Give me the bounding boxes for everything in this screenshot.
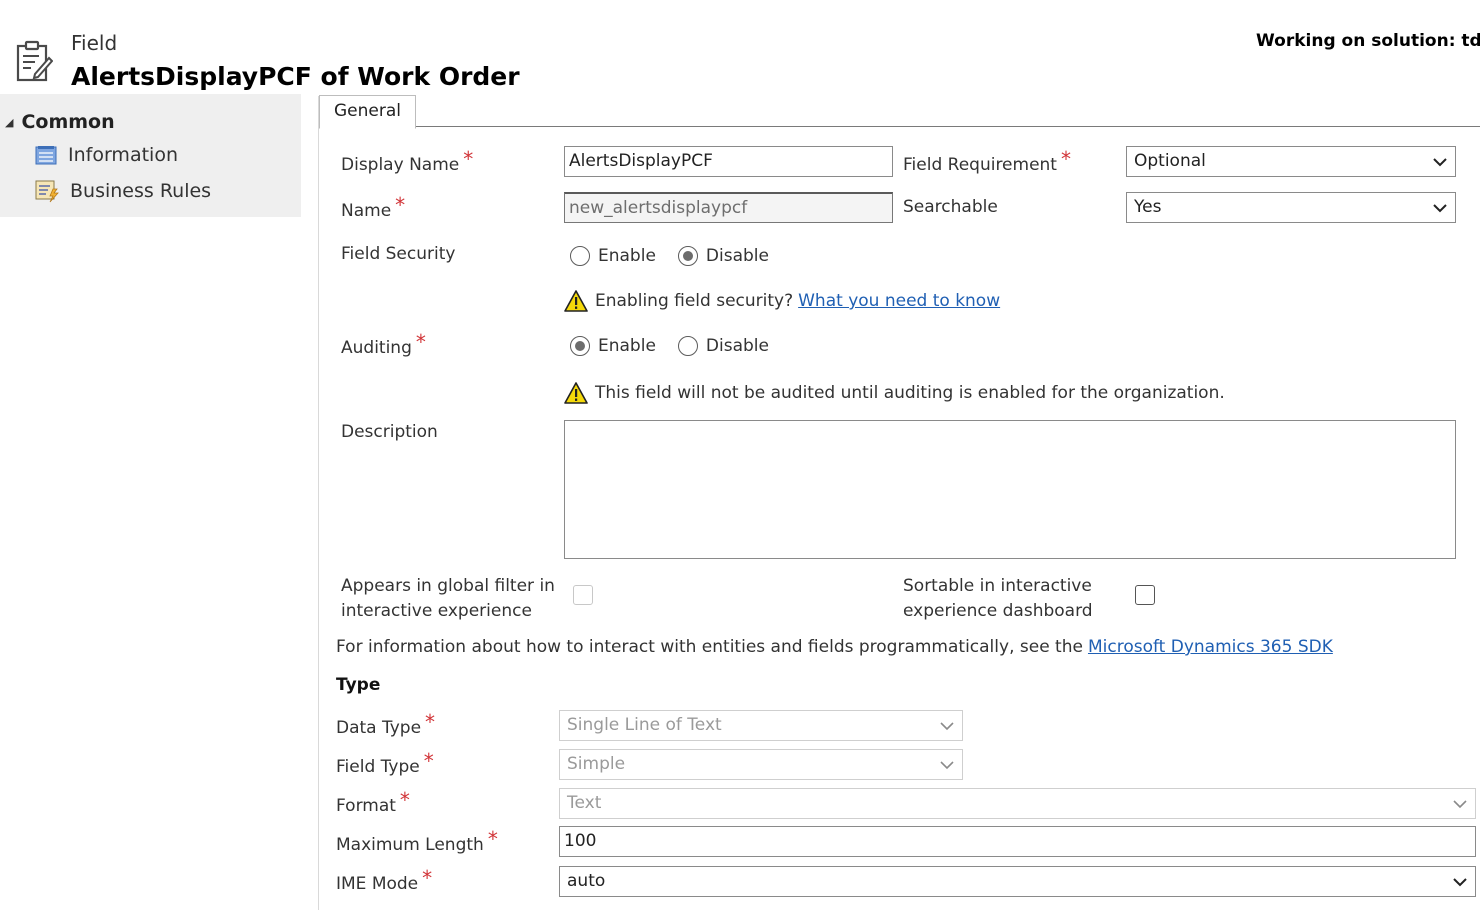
information-icon xyxy=(35,146,57,165)
chevron-down-icon xyxy=(1453,800,1467,809)
field-security-label: Field Security xyxy=(341,244,456,264)
sidebar: ◢ Common Information Business Rules xyxy=(0,94,301,217)
sortable-label: Sortable in interactive experience dashb… xyxy=(903,576,1093,621)
entity-label: Field xyxy=(71,31,118,55)
ime-mode-label: IME Mode * xyxy=(336,866,433,894)
radio-label: Disable xyxy=(705,336,769,356)
field-security-warning: Enabling field security? What you need t… xyxy=(564,290,1000,312)
business-rules-icon xyxy=(35,180,59,203)
radio-label: Disable xyxy=(705,246,769,266)
auditing-radio-group: Enable Disable xyxy=(570,336,791,356)
radio-label: Enable xyxy=(598,246,656,266)
format-label: Format * xyxy=(336,788,410,816)
warning-icon xyxy=(564,382,588,404)
sidebar-item-information[interactable]: Information xyxy=(35,144,178,166)
maximum-length-label: Maximum Length * xyxy=(336,827,498,855)
field-type-label: Field Type * xyxy=(336,749,434,777)
auditing-disable-radio[interactable] xyxy=(677,336,698,356)
data-type-label: Data Type * xyxy=(336,710,436,738)
sidebar-group-label: Common xyxy=(21,111,115,133)
sidebar-item-label: Business Rules xyxy=(70,180,212,202)
sidebar-item-business-rules[interactable]: Business Rules xyxy=(35,179,211,203)
name-label: Name * xyxy=(341,193,406,221)
field-security-enable-radio[interactable] xyxy=(570,246,590,266)
tab-general[interactable]: General xyxy=(319,95,416,129)
field-requirement-select[interactable]: Optional xyxy=(1126,146,1456,177)
content-divider xyxy=(318,96,319,910)
description-label: Description xyxy=(341,422,438,442)
display-name-label: Display Name * xyxy=(341,147,474,175)
chevron-down-icon xyxy=(1453,878,1467,887)
field-security-radio-group: Enable Disable xyxy=(570,246,791,266)
field-security-disable-radio[interactable] xyxy=(677,246,698,266)
field-requirement-label: Field Requirement * xyxy=(903,147,1071,175)
warning-text: Enabling field security? xyxy=(595,291,794,311)
radio-label: Enable xyxy=(598,336,656,356)
field-form-icon xyxy=(15,40,54,84)
sdk-link[interactable]: Microsoft Dynamics 365 SDK xyxy=(1088,637,1333,657)
description-textarea[interactable] xyxy=(564,420,1456,559)
display-name-input[interactable]: AlertsDisplayPCF xyxy=(564,146,893,177)
page-title: AlertsDisplayPCF of Work Order xyxy=(71,62,520,91)
auditing-enable-radio[interactable] xyxy=(570,336,590,356)
auditing-label: Auditing * xyxy=(341,330,426,358)
field-type-select: Simple xyxy=(559,749,963,780)
data-type-select: Single Line of Text xyxy=(559,710,963,741)
sortable-checkbox[interactable] xyxy=(1135,585,1155,605)
sdk-note: For information about how to interact wi… xyxy=(336,637,1333,657)
chevron-down-icon xyxy=(1433,204,1447,213)
collapse-caret-icon[interactable]: ◢ xyxy=(5,116,13,129)
tab-underline xyxy=(415,126,1480,127)
global-filter-checkbox xyxy=(573,585,593,605)
format-select: Text xyxy=(559,788,1476,819)
chevron-down-icon xyxy=(1433,158,1447,167)
sidebar-item-label: Information xyxy=(68,144,178,166)
maximum-length-input[interactable]: 100 xyxy=(559,826,1476,857)
chevron-down-icon xyxy=(940,722,954,731)
warning-icon xyxy=(564,290,588,312)
name-input: new_alertsdisplaypcf xyxy=(564,192,893,223)
auditing-warning: This field will not be audited until aud… xyxy=(564,382,1225,404)
type-section-title: Type xyxy=(336,675,381,695)
warning-text: This field will not be audited until aud… xyxy=(595,383,1225,403)
searchable-label: Searchable xyxy=(903,197,998,217)
global-filter-label: Appears in global filter in interactive … xyxy=(341,576,555,621)
ime-mode-select[interactable]: auto xyxy=(559,866,1476,897)
what-you-need-to-know-link[interactable]: What you need to know xyxy=(798,291,1000,311)
chevron-down-icon xyxy=(940,761,954,770)
searchable-select[interactable]: Yes xyxy=(1126,192,1456,223)
sidebar-group-common[interactable]: ◢ Common xyxy=(5,111,115,133)
solution-label: Working on solution: tdayr xyxy=(1256,31,1480,51)
